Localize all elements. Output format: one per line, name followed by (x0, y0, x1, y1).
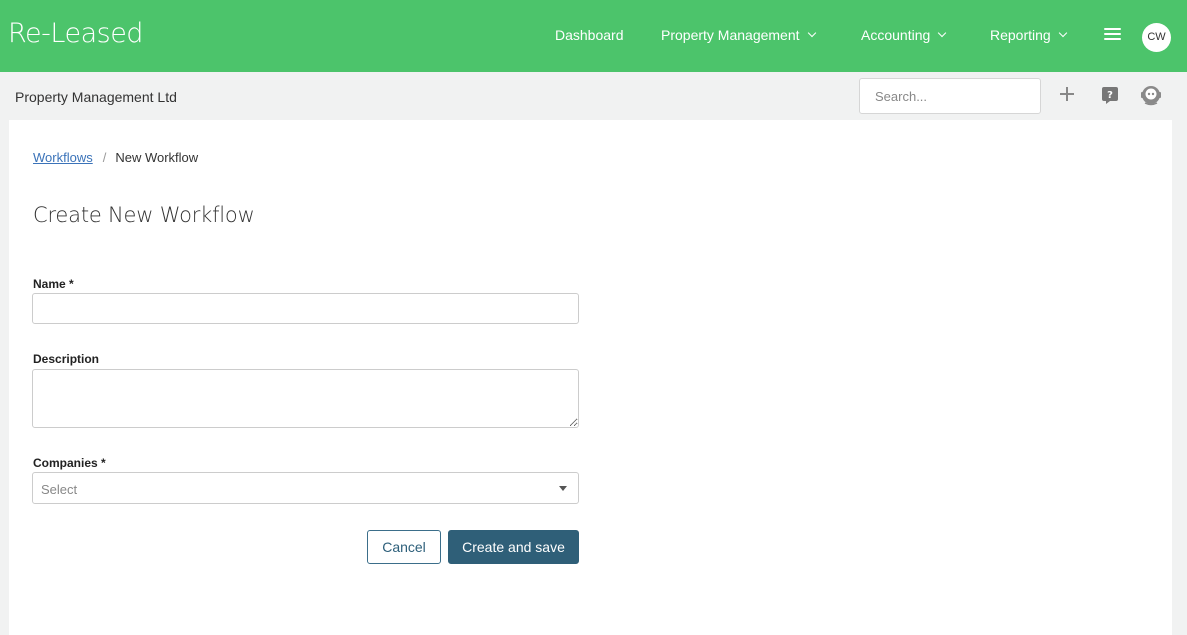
companies-select-placeholder: Select (41, 482, 78, 497)
top-nav-bar: Re-Leased Dashboard Property Management … (0, 0, 1187, 72)
companies-label: Companies * (33, 456, 106, 470)
name-input[interactable] (32, 293, 579, 324)
svg-text:?: ? (1107, 90, 1113, 101)
name-label: Name * (33, 277, 74, 291)
search-input[interactable] (859, 78, 1041, 114)
chevron-down-icon (807, 28, 816, 38)
company-name: Property Management Ltd (15, 89, 177, 105)
page-title: Create New Workflow (33, 203, 255, 227)
nav-accounting-label: Accounting (861, 27, 931, 43)
assistant-bot-icon[interactable] (1140, 84, 1162, 106)
user-avatar[interactable]: CW (1142, 23, 1171, 52)
breadcrumb-separator: / (102, 150, 107, 165)
chevron-down-icon (938, 28, 947, 38)
companies-select[interactable]: Select (32, 472, 579, 504)
caret-down-icon (559, 486, 567, 491)
description-label: Description (33, 352, 100, 366)
nav-dashboard-label: Dashboard (555, 27, 624, 43)
nav-reporting-label: Reporting (990, 27, 1051, 43)
help-icon[interactable]: ? (1102, 87, 1118, 104)
cancel-button[interactable]: Cancel (367, 530, 441, 564)
nav-property-management-label: Property Management (661, 27, 800, 43)
plus-icon[interactable] (1060, 87, 1074, 101)
nav-reporting[interactable]: Reporting (990, 27, 1067, 43)
breadcrumb: Workflows / New Workflow (33, 150, 198, 165)
hamburger-icon[interactable] (1104, 28, 1121, 41)
description-textarea[interactable] (32, 369, 579, 428)
chevron-down-icon (1058, 28, 1067, 38)
breadcrumb-workflows-link[interactable]: Workflows (33, 150, 93, 165)
create-and-save-button[interactable]: Create and save (448, 530, 579, 564)
nav-accounting[interactable]: Accounting (861, 27, 947, 43)
breadcrumb-current: New Workflow (115, 150, 199, 165)
app-logo[interactable]: Re-Leased (8, 18, 143, 49)
nav-dashboard[interactable]: Dashboard (555, 27, 624, 43)
nav-property-management[interactable]: Property Management (661, 27, 816, 43)
